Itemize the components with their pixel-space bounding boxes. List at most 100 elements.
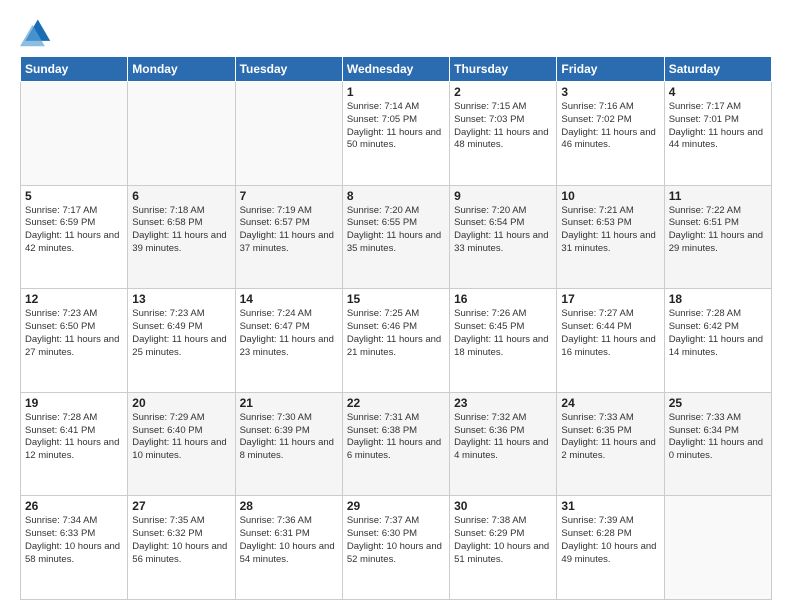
day-info: Sunrise: 7:15 AM Sunset: 7:03 PM Dayligh… <box>454 101 552 152</box>
day-info: Sunrise: 7:21 AM Sunset: 6:53 PM Dayligh… <box>561 205 659 256</box>
day-info: Sunrise: 7:24 AM Sunset: 6:47 PM Dayligh… <box>240 308 338 359</box>
calendar-cell: 26Sunrise: 7:34 AM Sunset: 6:33 PM Dayli… <box>21 496 128 600</box>
day-info: Sunrise: 7:27 AM Sunset: 6:44 PM Dayligh… <box>561 308 659 359</box>
day-number: 22 <box>347 396 445 410</box>
calendar-cell: 13 Sunrise: 7:23 AM Sunset: 6:49 PM Dayli… <box>128 289 235 393</box>
calendar-cell: 10 Sunrise: 7:21 AM Sunset: 6:53 PM Dayli… <box>557 185 664 289</box>
day-number: 26 <box>25 499 123 513</box>
day-number: 23 <box>454 396 552 410</box>
day-info: Sunrise: 7:23 AM Sunset: 6:49 PM Dayligh… <box>132 308 230 359</box>
day-number: 20 <box>132 396 230 410</box>
day-info: Sunrise: 7:39 AM Sunset: 6:28 PM Dayligh… <box>561 515 659 566</box>
calendar-cell: 17 Sunrise: 7:27 AM Sunset: 6:44 PM Dayli… <box>557 289 664 393</box>
day-info: Sunrise: 7:36 AM Sunset: 6:31 PM Dayligh… <box>240 515 338 566</box>
weekday-header-row: SundayMondayTuesdayWednesdayThursdayFrid… <box>21 57 772 82</box>
day-number: 30 <box>454 499 552 513</box>
calendar-cell <box>664 496 771 600</box>
calendar-week-row-4: 19 Sunrise: 7:28 AM Sunset: 6:41 PM Dayli… <box>21 392 772 496</box>
day-info: Sunrise: 7:29 AM Sunset: 6:40 PM Dayligh… <box>132 412 230 463</box>
day-number: 14 <box>240 292 338 306</box>
calendar-cell: 30 Sunrise: 7:38 AM Sunset: 6:29 PM Dayli… <box>450 496 557 600</box>
day-number: 21 <box>240 396 338 410</box>
calendar-cell: 7 Sunrise: 7:19 AM Sunset: 6:57 PM Daylig… <box>235 185 342 289</box>
calendar-cell: 27 Sunrise: 7:35 AM Sunset: 6:32 PM Dayli… <box>128 496 235 600</box>
calendar-cell: 24Sunrise: 7:33 AM Sunset: 6:35 PM Dayli… <box>557 392 664 496</box>
calendar-week-row-3: 12 Sunrise: 7:23 AM Sunset: 6:50 PM Dayli… <box>21 289 772 393</box>
day-info: Sunrise: 7:37 AM Sunset: 6:30 PM Dayligh… <box>347 515 445 566</box>
calendar-cell: 21 Sunrise: 7:30 AM Sunset: 6:39 PM Dayli… <box>235 392 342 496</box>
calendar-table: SundayMondayTuesdayWednesdayThursdayFrid… <box>20 56 772 600</box>
day-info: Sunrise: 7:22 AM Sunset: 6:51 PM Dayligh… <box>669 205 767 256</box>
day-info: Sunrise: 7:28 AM Sunset: 6:42 PM Dayligh… <box>669 308 767 359</box>
day-number: 24 <box>561 396 659 410</box>
day-number: 16 <box>454 292 552 306</box>
calendar-week-row-5: 26Sunrise: 7:34 AM Sunset: 6:33 PM Dayli… <box>21 496 772 600</box>
day-number: 28 <box>240 499 338 513</box>
day-number: 4 <box>669 85 767 99</box>
calendar-cell: 8Sunrise: 7:20 AM Sunset: 6:55 PM Daylig… <box>342 185 449 289</box>
day-info: Sunrise: 7:33 AM Sunset: 6:34 PM Dayligh… <box>669 412 767 463</box>
day-number: 1 <box>347 85 445 99</box>
calendar-cell: 19 Sunrise: 7:28 AM Sunset: 6:41 PM Dayli… <box>21 392 128 496</box>
day-info: Sunrise: 7:18 AM Sunset: 6:58 PM Dayligh… <box>132 205 230 256</box>
calendar-week-row-1: 1Sunrise: 7:14 AM Sunset: 7:05 PM Daylig… <box>21 82 772 186</box>
calendar-cell <box>235 82 342 186</box>
calendar-cell: 22 Sunrise: 7:31 AM Sunset: 6:38 PM Dayli… <box>342 392 449 496</box>
weekday-header-wednesday: Wednesday <box>342 57 449 82</box>
day-number: 17 <box>561 292 659 306</box>
day-info: Sunrise: 7:16 AM Sunset: 7:02 PM Dayligh… <box>561 101 659 152</box>
calendar-cell: 14 Sunrise: 7:24 AM Sunset: 6:47 PM Dayli… <box>235 289 342 393</box>
weekday-header-monday: Monday <box>128 57 235 82</box>
day-number: 7 <box>240 189 338 203</box>
day-number: 3 <box>561 85 659 99</box>
calendar-cell: 25 Sunrise: 7:33 AM Sunset: 6:34 PM Dayli… <box>664 392 771 496</box>
calendar-cell: 1Sunrise: 7:14 AM Sunset: 7:05 PM Daylig… <box>342 82 449 186</box>
calendar-cell: 5 Sunrise: 7:17 AM Sunset: 6:59 PM Daylig… <box>21 185 128 289</box>
day-number: 25 <box>669 396 767 410</box>
day-info: Sunrise: 7:30 AM Sunset: 6:39 PM Dayligh… <box>240 412 338 463</box>
weekday-header-thursday: Thursday <box>450 57 557 82</box>
calendar-cell: 4 Sunrise: 7:17 AM Sunset: 7:01 PM Daylig… <box>664 82 771 186</box>
day-info: Sunrise: 7:31 AM Sunset: 6:38 PM Dayligh… <box>347 412 445 463</box>
calendar-cell: 29 Sunrise: 7:37 AM Sunset: 6:30 PM Dayli… <box>342 496 449 600</box>
day-number: 13 <box>132 292 230 306</box>
day-info: Sunrise: 7:38 AM Sunset: 6:29 PM Dayligh… <box>454 515 552 566</box>
calendar-cell: 28 Sunrise: 7:36 AM Sunset: 6:31 PM Dayli… <box>235 496 342 600</box>
day-number: 10 <box>561 189 659 203</box>
day-number: 11 <box>669 189 767 203</box>
day-info: Sunrise: 7:20 AM Sunset: 6:54 PM Dayligh… <box>454 205 552 256</box>
day-number: 9 <box>454 189 552 203</box>
day-number: 5 <box>25 189 123 203</box>
calendar-cell <box>128 82 235 186</box>
day-info: Sunrise: 7:17 AM Sunset: 7:01 PM Dayligh… <box>669 101 767 152</box>
calendar-cell <box>21 82 128 186</box>
day-number: 6 <box>132 189 230 203</box>
calendar-cell: 9 Sunrise: 7:20 AM Sunset: 6:54 PM Daylig… <box>450 185 557 289</box>
day-number: 31 <box>561 499 659 513</box>
day-info: Sunrise: 7:26 AM Sunset: 6:45 PM Dayligh… <box>454 308 552 359</box>
weekday-header-friday: Friday <box>557 57 664 82</box>
day-number: 12 <box>25 292 123 306</box>
weekday-header-tuesday: Tuesday <box>235 57 342 82</box>
day-info: Sunrise: 7:28 AM Sunset: 6:41 PM Dayligh… <box>25 412 123 463</box>
day-number: 15 <box>347 292 445 306</box>
calendar-cell: 12 Sunrise: 7:23 AM Sunset: 6:50 PM Dayli… <box>21 289 128 393</box>
day-info: Sunrise: 7:19 AM Sunset: 6:57 PM Dayligh… <box>240 205 338 256</box>
weekday-header-saturday: Saturday <box>664 57 771 82</box>
day-info: Sunrise: 7:17 AM Sunset: 6:59 PM Dayligh… <box>25 205 123 256</box>
calendar-cell: 6 Sunrise: 7:18 AM Sunset: 6:58 PM Daylig… <box>128 185 235 289</box>
calendar-cell: 31 Sunrise: 7:39 AM Sunset: 6:28 PM Dayli… <box>557 496 664 600</box>
calendar-cell: 3 Sunrise: 7:16 AM Sunset: 7:02 PM Daylig… <box>557 82 664 186</box>
day-info: Sunrise: 7:25 AM Sunset: 6:46 PM Dayligh… <box>347 308 445 359</box>
logo-icon <box>20 16 52 48</box>
day-info: Sunrise: 7:35 AM Sunset: 6:32 PM Dayligh… <box>132 515 230 566</box>
page: SundayMondayTuesdayWednesdayThursdayFrid… <box>0 0 792 612</box>
day-number: 19 <box>25 396 123 410</box>
day-number: 27 <box>132 499 230 513</box>
calendar-cell: 18Sunrise: 7:28 AM Sunset: 6:42 PM Dayli… <box>664 289 771 393</box>
day-number: 29 <box>347 499 445 513</box>
day-info: Sunrise: 7:23 AM Sunset: 6:50 PM Dayligh… <box>25 308 123 359</box>
day-info: Sunrise: 7:32 AM Sunset: 6:36 PM Dayligh… <box>454 412 552 463</box>
calendar-cell: 15 Sunrise: 7:25 AM Sunset: 6:46 PM Dayli… <box>342 289 449 393</box>
day-info: Sunrise: 7:20 AM Sunset: 6:55 PM Dayligh… <box>347 205 445 256</box>
